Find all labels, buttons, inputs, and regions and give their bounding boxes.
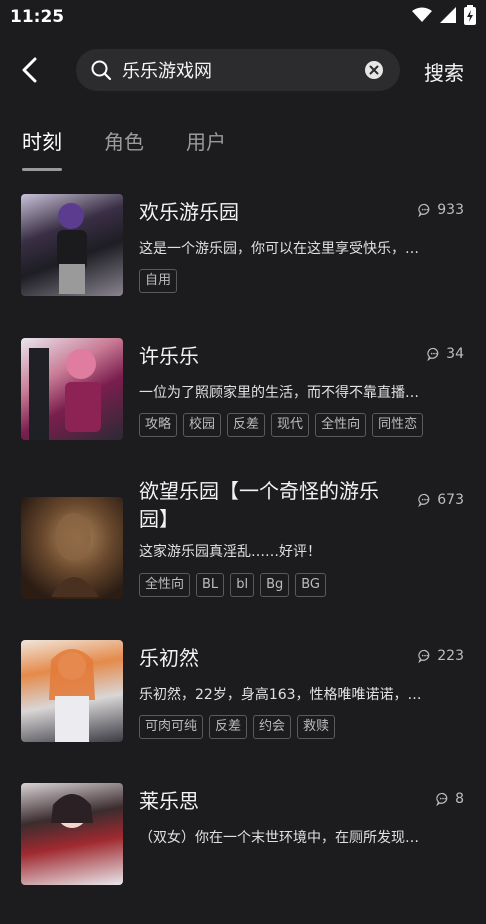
wifi-icon [412, 7, 432, 27]
thumbnail-image [21, 194, 123, 296]
item-description: 乐初然，22岁，身高163，性格唯唯诺诺，… [139, 687, 422, 703]
item-title: 欢乐游乐园 [139, 200, 239, 224]
comment-icon [427, 347, 439, 361]
status-icons [412, 5, 476, 29]
thumbnail-image [21, 338, 123, 440]
tag-list: 自用 [139, 269, 178, 293]
tab-moments[interactable]: 时刻 [22, 126, 62, 155]
search-button[interactable]: 搜索 [424, 57, 464, 86]
result-list: 欢乐游乐园 933 这是一个游乐园，你可以在这里享受快乐，… 自用 许乐乐 34… [0, 192, 486, 924]
comment-icon [418, 493, 430, 507]
comment-icon [418, 649, 430, 663]
list-item[interactable]: 莱乐思 8 （双女）你在一个末世环境中，在厕所发现… [0, 781, 486, 924]
item-title: 莱乐思 [139, 789, 199, 813]
item-title: 欲望乐园【一个奇怪的游乐 园】 [139, 479, 379, 531]
tab-users[interactable]: 用户 [186, 126, 226, 155]
search-icon [90, 59, 112, 81]
item-description: 这家游乐园真淫乱……好评！ [139, 544, 321, 560]
search-header: 乐乐游戏网 搜索 [0, 48, 486, 92]
tag[interactable]: 救赎 [297, 715, 336, 739]
item-description: （双女）你在一个末世环境中，在厕所发现… [139, 830, 419, 846]
tab-characters[interactable]: 角色 [104, 126, 144, 155]
comment-count: 223 [418, 648, 464, 664]
tag[interactable]: 同性恋 [372, 413, 424, 437]
tag[interactable]: Bg [260, 573, 290, 597]
tag[interactable]: 反差 [209, 715, 248, 739]
comment-count: 8 [436, 791, 464, 807]
result-tabs: 时刻 角色 用户 [22, 126, 268, 155]
status-time: 11:25 [10, 7, 65, 27]
comment-icon [418, 203, 430, 217]
item-description: 一位为了照顾家里的生活，而不得不靠直播… [139, 385, 419, 401]
list-item[interactable]: 许乐乐 34 一位为了照顾家里的生活，而不得不靠直播… 攻略 校园 反差 现代 … [0, 336, 486, 479]
close-icon [365, 61, 383, 79]
tag-list: 全性向 BL bl Bg BG [139, 573, 326, 597]
tag[interactable]: 全性向 [315, 413, 367, 437]
tag[interactable]: BL [196, 573, 225, 597]
tag-list: 攻略 校园 反差 现代 全性向 同性恋 [139, 413, 424, 437]
tag[interactable]: 攻略 [139, 413, 178, 437]
tag[interactable]: 自用 [139, 269, 178, 293]
tag[interactable]: 可肉可纯 [139, 715, 204, 739]
item-title: 乐初然 [139, 646, 199, 670]
tag[interactable]: bl [230, 573, 255, 597]
list-item[interactable]: 乐初然 223 乐初然，22岁，身高163，性格唯唯诺诺，… 可肉可纯 反差 约… [0, 638, 486, 781]
back-arrow-icon [22, 57, 37, 83]
thumbnail-image [21, 640, 123, 742]
signal-icon [440, 7, 456, 27]
thumbnail-image [21, 497, 123, 599]
tag-list: 可肉可纯 反差 约会 救赎 [139, 715, 336, 739]
tag[interactable]: 现代 [271, 413, 310, 437]
search-query[interactable]: 乐乐游戏网 [122, 57, 364, 83]
tag[interactable]: BG [295, 573, 326, 597]
item-description: 这是一个游乐园，你可以在这里享受快乐，… [139, 241, 419, 257]
comment-count: 673 [418, 492, 464, 508]
list-item[interactable]: 欲望乐园【一个奇怪的游乐 园】 673 这家游乐园真淫乱……好评！ 全性向 BL… [0, 479, 486, 638]
comment-icon [436, 792, 448, 806]
active-tab-indicator [22, 168, 62, 171]
status-bar: 11:25 [0, 0, 486, 34]
tag[interactable]: 全性向 [139, 573, 191, 597]
tag[interactable]: 反差 [227, 413, 266, 437]
thumbnail-image [21, 783, 123, 885]
tag[interactable]: 校园 [183, 413, 222, 437]
item-title: 许乐乐 [139, 344, 199, 368]
list-item[interactable]: 欢乐游乐园 933 这是一个游乐园，你可以在这里享受快乐，… 自用 [0, 192, 486, 335]
back-button[interactable] [14, 54, 46, 86]
search-input[interactable]: 乐乐游戏网 [76, 49, 400, 91]
clear-search-button[interactable] [364, 60, 384, 80]
comment-count: 933 [418, 202, 464, 218]
tag[interactable]: 约会 [253, 715, 292, 739]
battery-icon [464, 5, 476, 29]
comment-count: 34 [427, 346, 464, 362]
